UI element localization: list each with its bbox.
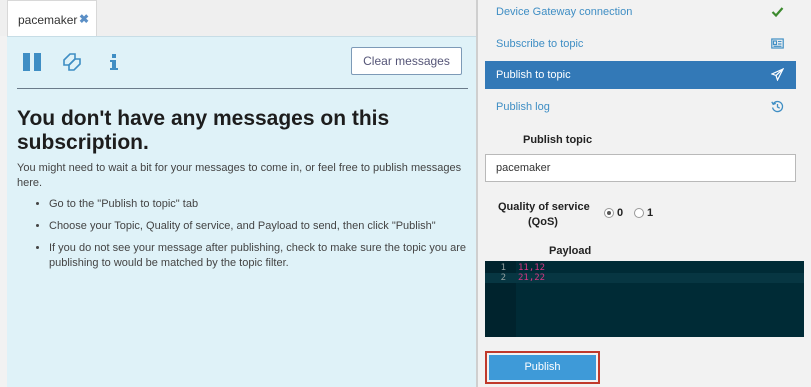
code-line: 1 11,12 — [485, 263, 804, 273]
sidebar-item-label: Subscribe to topic — [496, 38, 584, 50]
info-icon[interactable] — [103, 51, 125, 73]
tab-label: pacemaker — [18, 13, 78, 27]
history-icon — [771, 100, 784, 113]
qos-option-label: 1 — [647, 207, 654, 219]
publish-button[interactable]: Publish — [489, 355, 596, 380]
empty-state-subtext: You might need to wait a bit for your me… — [17, 162, 462, 189]
copy-icon[interactable] — [61, 51, 83, 73]
code-line: 2 21,22 — [485, 273, 804, 283]
sidebar-item-subscribe-to-topic[interactable]: Subscribe to topic — [485, 30, 796, 58]
qos-label-sub: (QoS) — [528, 216, 558, 228]
paper-plane-icon — [771, 68, 784, 81]
sidebar-item-publish-to-topic[interactable]: Publish to topic — [485, 61, 796, 89]
sidebar-item-label: Publish log — [496, 101, 550, 113]
instructions-list: Go to the "Publish to topic" tab Choose … — [17, 197, 467, 278]
publish-topic-label: Publish topic — [523, 134, 593, 146]
empty-state-heading: You don't have any messages on this subs… — [17, 107, 390, 154]
tab-pacemaker[interactable]: pacemaker ✖ — [7, 0, 97, 36]
payload-editor[interactable]: 1 11,12 2 21,22 — [485, 261, 804, 337]
sidebar-item-label: Device Gateway connection — [496, 6, 633, 18]
pause-icon[interactable] — [21, 51, 43, 73]
code-text: 11,12 — [518, 263, 546, 273]
id-card-icon — [771, 37, 784, 50]
sidebar-item-label: Publish to topic — [496, 69, 571, 81]
list-item: Choose your Topic, Quality of service, a… — [49, 219, 467, 234]
clear-messages-button[interactable]: Clear messages — [351, 47, 462, 75]
publish-topic-input[interactable] — [485, 154, 796, 182]
list-item: If you do not see your message after pub… — [49, 241, 467, 271]
messages-panel: Clear messages You don't have any messag… — [7, 36, 476, 387]
line-number: 2 — [500, 273, 506, 283]
line-number: 1 — [500, 263, 506, 273]
sidebar-item-publish-log[interactable]: Publish log — [485, 93, 796, 121]
close-icon[interactable]: ✖ — [79, 12, 89, 26]
qos-label: Quality of service — [498, 201, 590, 213]
list-item: Go to the "Publish to topic" tab — [49, 197, 467, 212]
panel-divider[interactable] — [476, 0, 478, 387]
tab-bar: pacemaker ✖ — [0, 0, 476, 36]
qos-option-label: 0 — [617, 207, 624, 219]
check-icon — [771, 5, 784, 18]
divider — [17, 88, 468, 89]
sidebar-item-device-gateway-connection[interactable]: Device Gateway connection — [485, 0, 796, 26]
qos-radio-0[interactable] — [604, 208, 614, 218]
code-text: 21,22 — [518, 273, 546, 283]
qos-radio-1[interactable] — [634, 208, 644, 218]
payload-label: Payload — [549, 245, 592, 257]
